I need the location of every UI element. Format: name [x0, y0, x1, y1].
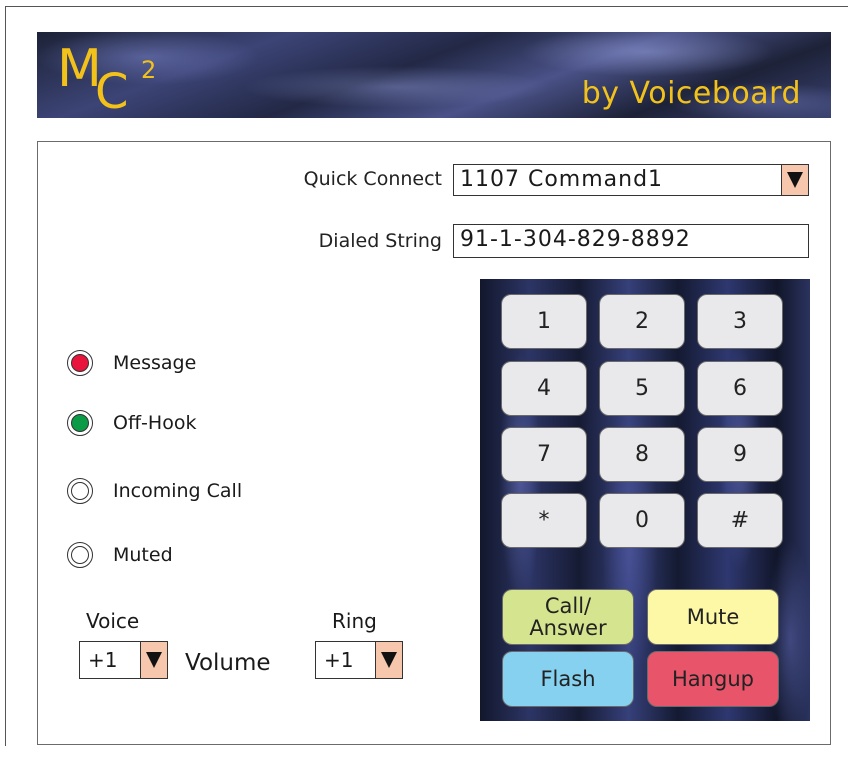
key-4[interactable]: 4: [501, 361, 587, 416]
incoming-call-led-icon: [67, 478, 93, 504]
key-star[interactable]: *: [501, 493, 587, 548]
quick-connect-value: 1107 Command1: [460, 167, 664, 192]
chevron-down-icon: [787, 172, 803, 188]
off-hook-led-icon: [67, 410, 93, 436]
indicator-incoming-call: Incoming Call: [67, 478, 242, 504]
mc2-logo: M C 2: [57, 39, 156, 112]
ring-caption: Ring: [332, 609, 377, 633]
ring-volume-dropdown-button[interactable]: [375, 642, 402, 678]
quick-connect-label: Quick Connect: [303, 168, 442, 190]
hangup-button[interactable]: Hangup: [647, 651, 779, 707]
key-1[interactable]: 1: [501, 294, 587, 349]
voice-volume-value: +1: [88, 648, 118, 672]
quick-connect-dropdown-button[interactable]: [781, 165, 808, 195]
byline-text: by Voiceboard: [581, 76, 801, 111]
muted-led-icon: [67, 542, 93, 568]
key-hash[interactable]: #: [697, 493, 783, 548]
chevron-down-icon: [381, 652, 397, 668]
indicator-muted: Muted: [67, 542, 173, 568]
indicator-message: Message: [67, 350, 196, 376]
message-led-icon: [67, 350, 93, 376]
key-2[interactable]: 2: [599, 294, 685, 349]
key-3[interactable]: 3: [697, 294, 783, 349]
quick-connect-select[interactable]: 1107 Command1: [453, 164, 809, 196]
dialed-string-value: 91-1-304-829-8892: [460, 227, 691, 252]
dial-keypad: 1 2 3 4 5 6 7 8 9 * 0 # Call/ Answer Mut…: [480, 279, 810, 721]
indicator-label: Muted: [113, 544, 173, 566]
voice-volume-dropdown-button[interactable]: [140, 642, 167, 678]
key-8[interactable]: 8: [599, 427, 685, 482]
mute-button[interactable]: Mute: [647, 589, 779, 645]
key-5[interactable]: 5: [599, 361, 685, 416]
ring-volume-value: +1: [324, 648, 354, 672]
indicator-label: Message: [113, 352, 197, 374]
dialed-string-label: Dialed String: [318, 230, 442, 252]
indicator-off-hook: Off-Hook: [67, 410, 196, 436]
flash-button[interactable]: Flash: [502, 651, 634, 707]
key-7[interactable]: 7: [501, 427, 587, 482]
key-9[interactable]: 9: [697, 427, 783, 482]
indicator-label: Incoming Call: [113, 480, 243, 502]
key-0[interactable]: 0: [599, 493, 685, 548]
chevron-down-icon: [146, 652, 162, 668]
call-answer-button[interactable]: Call/ Answer: [502, 589, 634, 645]
key-6[interactable]: 6: [697, 361, 783, 416]
voice-volume-select[interactable]: +1: [79, 641, 168, 679]
svg-text:C: C: [95, 64, 129, 112]
header-banner: M C 2 by Voiceboard: [37, 32, 831, 118]
ring-volume-select[interactable]: +1: [315, 641, 403, 679]
dialed-string-input[interactable]: 91-1-304-829-8892: [453, 224, 809, 258]
voice-caption: Voice: [86, 609, 140, 633]
svg-text:2: 2: [141, 56, 156, 84]
indicator-label: Off-Hook: [113, 412, 197, 434]
volume-label: Volume: [185, 650, 271, 676]
